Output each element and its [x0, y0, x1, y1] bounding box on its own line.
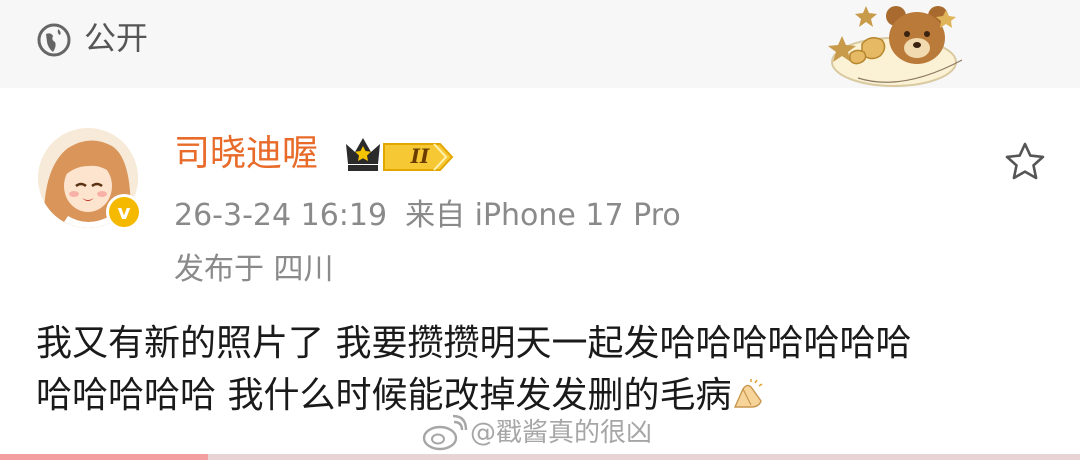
author-name[interactable]: 司晓迪喔: [174, 132, 318, 176]
post-source: 来自 iPhone 17 Pro: [405, 198, 681, 233]
post-content: 我又有新的照片了 我要攒攒明天一起发哈哈哈哈哈哈哈 哈哈哈哈哈 我什么时候能改掉…: [36, 318, 1046, 422]
teddy-bear-sticker: [828, 6, 963, 87]
watermark-text: @戳酱真的很凶: [470, 418, 653, 448]
post-meta: 26-3-24 16:19 来自 iPhone 17 Pro: [174, 196, 699, 236]
avatar[interactable]: v: [38, 128, 142, 230]
verified-mark: v: [117, 200, 131, 224]
crown-icon: [346, 138, 380, 171]
verified-v-icon: v: [106, 194, 142, 230]
post-location: 发布于 四川: [174, 252, 334, 287]
visibility-label[interactable]: 公开: [84, 18, 148, 58]
globe-icon: [37, 23, 71, 57]
weibo-logo-icon: [422, 414, 468, 451]
top-bar: 公开: [0, 0, 1080, 88]
praying-hands-emoji: [734, 379, 763, 408]
post-line-2-wrap: 哈哈哈哈哈 我什么时候能改掉发发删的毛病: [36, 370, 1046, 422]
post-timestamp: 26-3-24 16:19: [174, 198, 388, 233]
bottom-accent: [0, 454, 208, 460]
post-line-1: 我又有新的照片了 我要攒攒明天一起发哈哈哈哈哈哈哈: [36, 323, 912, 364]
post-line-2: 哈哈哈哈哈 我什么时候能改掉发发删的毛病: [36, 375, 732, 416]
star-icon[interactable]: [1003, 140, 1047, 184]
level-label: II: [410, 144, 430, 168]
